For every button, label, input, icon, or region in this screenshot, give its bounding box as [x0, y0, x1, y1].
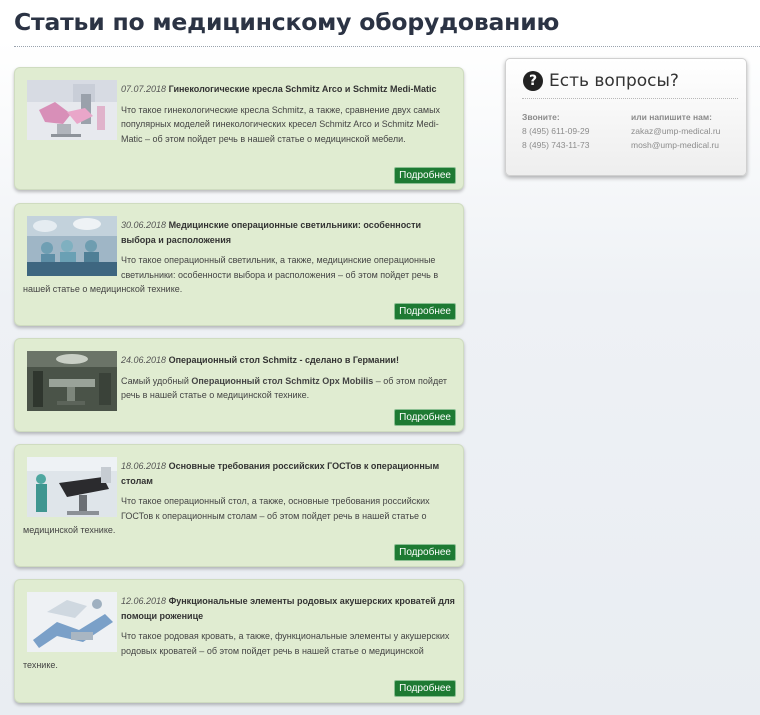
- article-title-link[interactable]: Гинекологические кресла Schmitz Arco и S…: [169, 84, 437, 94]
- contact-box-title: Есть вопросы?: [549, 71, 679, 91]
- article-title-link[interactable]: Медицинские операционные светильники: ос…: [121, 220, 421, 245]
- read-more-button[interactable]: Подробнее: [394, 409, 456, 426]
- call-label: Звоните:: [522, 112, 560, 122]
- article-date: 24.06.2018: [121, 355, 167, 365]
- read-more-button[interactable]: Подробнее: [394, 544, 456, 561]
- article-thumbnail[interactable]: [27, 351, 117, 411]
- article-card: 18.06.2018 Основные требования российски…: [14, 444, 464, 567]
- article-thumbnail[interactable]: [27, 216, 117, 276]
- email-column: или напишите нам: zakaz@ump-medical.ru m…: [631, 110, 720, 152]
- article-card: 24.06.2018 Операционный стол Schmitz - с…: [14, 338, 464, 432]
- email-link[interactable]: zakaz@ump-medical.ru: [631, 124, 720, 138]
- article-card: 12.06.2018 Функциональные элементы родов…: [14, 579, 464, 703]
- phone-number[interactable]: 8 (495) 611-09-29: [522, 124, 589, 138]
- article-card: 30.06.2018 Медицинские операционные свет…: [14, 203, 464, 326]
- article-thumbnail[interactable]: [27, 80, 117, 140]
- article-thumbnail[interactable]: [27, 592, 117, 652]
- question-circle-icon: ?: [523, 71, 543, 91]
- page-title: Статьи по медицинскому оборудованию: [14, 8, 560, 36]
- contact-box: ? Есть вопросы? Звоните: 8 (495) 611-09-…: [505, 58, 747, 176]
- article-date: 12.06.2018: [121, 596, 167, 606]
- title-divider: [14, 46, 760, 47]
- article-thumbnail[interactable]: [27, 457, 117, 517]
- article-title-link[interactable]: Функциональные элементы родовых акушерск…: [121, 596, 455, 621]
- contact-box-header: ? Есть вопросы?: [523, 69, 679, 93]
- article-date: 18.06.2018: [121, 461, 167, 471]
- article-date: 30.06.2018: [121, 220, 167, 230]
- write-label: или напишите нам:: [631, 112, 712, 122]
- article-title-link[interactable]: Операционный стол Schmitz - сделано в Ге…: [169, 355, 399, 365]
- article-card: 07.07.2018 Гинекологические кресла Schmi…: [14, 67, 464, 190]
- article-title-link[interactable]: Основные требования российских ГОСТов к …: [121, 461, 439, 486]
- article-date: 07.07.2018: [121, 84, 167, 94]
- phone-number[interactable]: 8 (495) 743-11-73: [522, 138, 589, 152]
- read-more-button[interactable]: Подробнее: [394, 680, 456, 697]
- email-link[interactable]: mosh@ump-medical.ru: [631, 138, 720, 152]
- contact-box-divider: [522, 98, 738, 99]
- read-more-button[interactable]: Подробнее: [394, 303, 456, 320]
- phone-column: Звоните: 8 (495) 611-09-29 8 (495) 743-1…: [522, 110, 589, 152]
- read-more-button[interactable]: Подробнее: [394, 167, 456, 184]
